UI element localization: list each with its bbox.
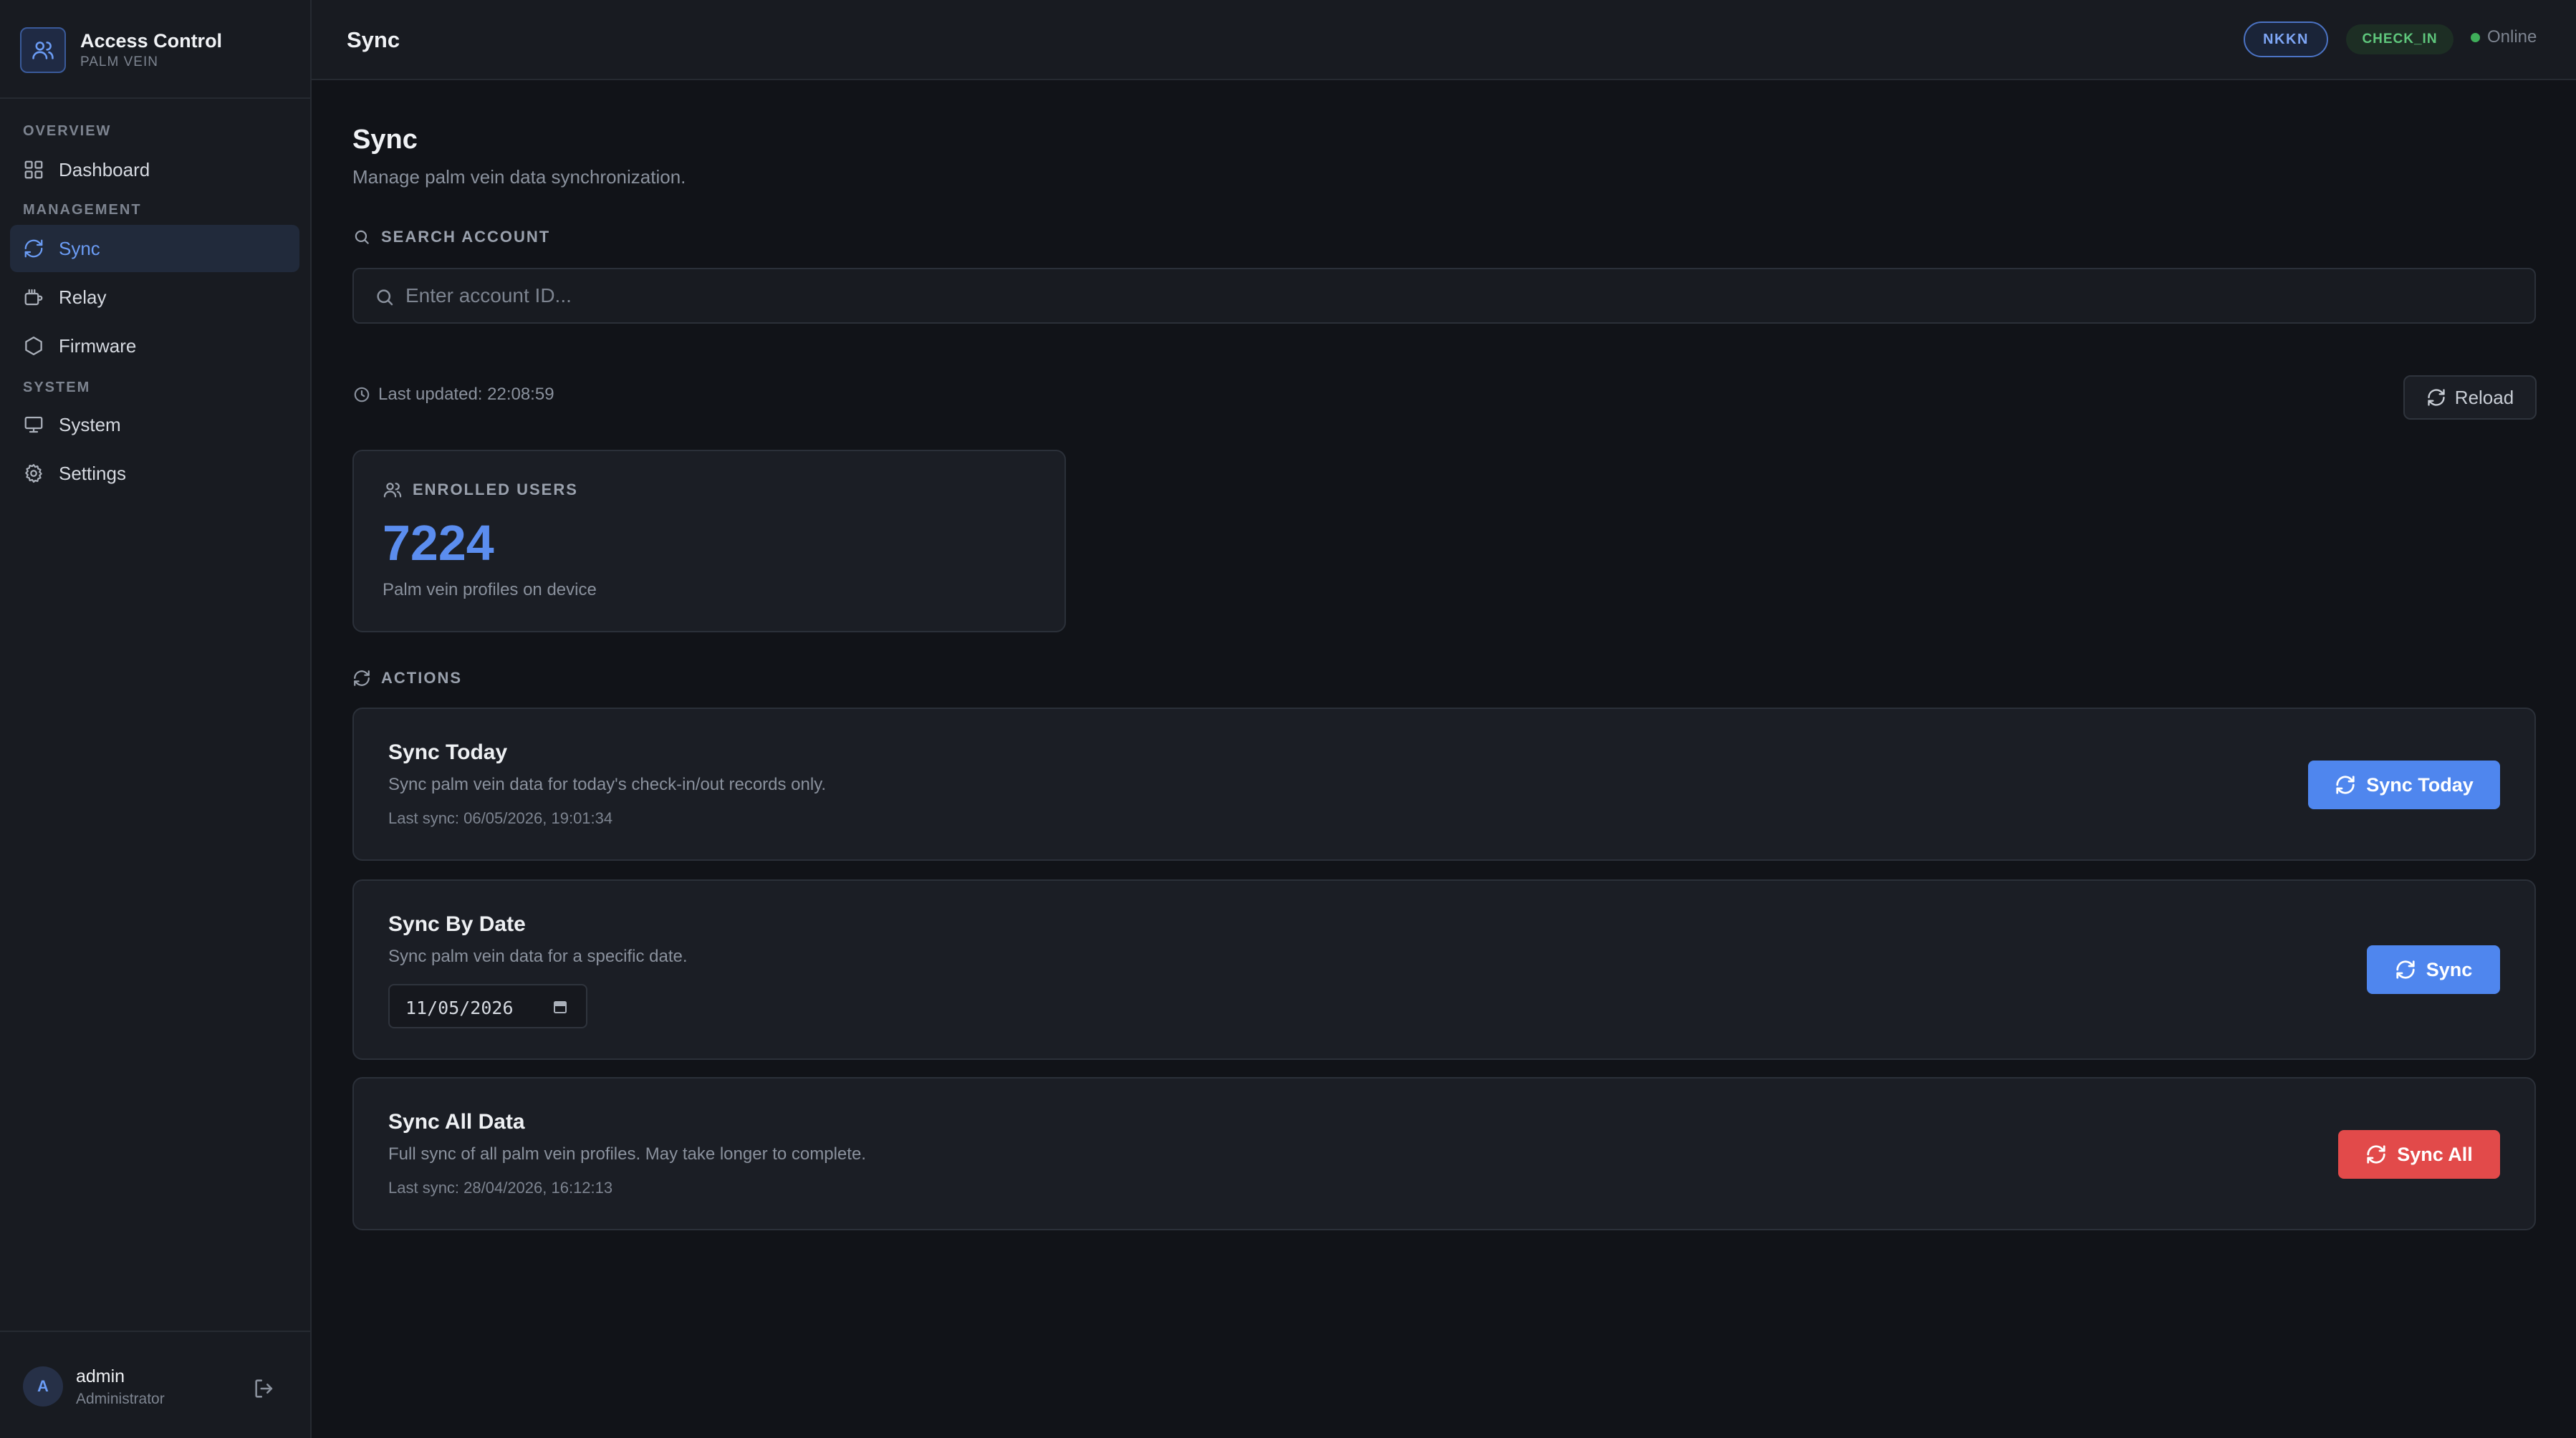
sidebar-item-label: Relay <box>59 286 107 308</box>
sync-by-date-card: Sync By Date Sync palm vein data for a s… <box>352 879 2536 1060</box>
mode-badge: CHECK_IN <box>2346 24 2454 54</box>
status-text: Online <box>2487 27 2537 47</box>
sidebar-item-dashboard[interactable]: Dashboard <box>10 146 299 193</box>
hexagon-icon <box>23 335 44 357</box>
action-description: Full sync of all palm vein profiles. May… <box>388 1144 866 1164</box>
sync-all-card: Sync All Data Full sync of all palm vein… <box>352 1077 2536 1230</box>
brand-subtitle: PALM VEIN <box>80 54 158 69</box>
sidebar-item-label: Settings <box>59 462 126 484</box>
last-sync-time: Last sync: 28/04/2026, 16:12:13 <box>388 1179 613 1197</box>
user-profile: A admin Administrator <box>0 1331 310 1438</box>
page-subtitle: Manage palm vein data synchronization. <box>352 166 686 188</box>
sync-by-date-button[interactable]: Sync <box>2367 945 2500 994</box>
sync-all-button[interactable]: Sync All <box>2338 1130 2500 1179</box>
sync-today-button[interactable]: Sync Today <box>2308 761 2500 809</box>
sidebar-item-settings[interactable]: Settings <box>10 450 299 497</box>
sidebar-item-label: Dashboard <box>59 158 150 180</box>
action-description: Sync palm vein data for today's check-in… <box>388 775 827 794</box>
clock-icon <box>352 385 371 404</box>
sync-date-input[interactable]: 11/05/2026 <box>388 984 587 1028</box>
actions-section-label: ACTIONS <box>352 669 462 687</box>
grid-icon <box>23 159 44 180</box>
last-sync-time: Last sync: 06/05/2026, 19:01:34 <box>388 809 613 827</box>
search-icon <box>352 228 371 246</box>
search-icon <box>374 286 395 308</box>
sidebar-item-label: Sync <box>59 237 100 259</box>
users-icon <box>383 480 403 500</box>
refresh-icon <box>2426 387 2446 407</box>
sidebar-item-label: Firmware <box>59 334 137 357</box>
stat-label: ENROLLED USERS <box>383 480 578 500</box>
sidebar-item-sync[interactable]: Sync <box>10 225 299 272</box>
monitor-icon <box>23 414 44 435</box>
user-name: admin <box>76 1366 125 1386</box>
last-updated: Last updated: 22:08:59 <box>352 385 554 405</box>
logout-icon[interactable] <box>252 1376 277 1401</box>
nav-section-management: MANAGEMENT <box>23 202 142 218</box>
reload-button[interactable]: Reload <box>2403 375 2537 420</box>
date-value: 11/05/2026 <box>405 998 514 1018</box>
sidebar-item-firmware[interactable]: Firmware <box>10 322 299 370</box>
device-badge: NKKN <box>2244 21 2328 57</box>
action-title: Sync All Data <box>388 1110 525 1134</box>
enrolled-users-card: ENROLLED USERS 7224 Palm vein profiles o… <box>352 450 1066 632</box>
search-section-label: SEARCH ACCOUNT <box>352 228 550 246</box>
user-role: Administrator <box>76 1391 165 1407</box>
sidebar: Access Control PALM VEIN OVERVIEW Dashbo… <box>0 0 312 1438</box>
avatar: A <box>23 1366 63 1406</box>
action-title: Sync Today <box>388 740 508 764</box>
brand-header: Access Control PALM VEIN <box>0 0 310 99</box>
connection-status: Online <box>2471 27 2537 47</box>
gear-icon <box>23 463 44 484</box>
search-field[interactable] <box>352 268 2536 324</box>
action-title: Sync By Date <box>388 912 526 936</box>
enrolled-users-count: 7224 <box>383 515 494 571</box>
status-dot-icon <box>2471 32 2480 42</box>
main-content: Sync Manage palm vein data synchronizati… <box>312 80 2576 1438</box>
nav-section-system: SYSTEM <box>23 380 91 395</box>
stat-description: Palm vein profiles on device <box>383 580 597 599</box>
users-logo-icon <box>20 27 66 73</box>
sidebar-item-label: System <box>59 413 121 435</box>
brand-title: Access Control <box>80 30 223 52</box>
refresh-icon <box>352 669 371 687</box>
nav-section-overview: OVERVIEW <box>23 123 112 139</box>
action-description: Sync palm vein data for a specific date. <box>388 947 688 966</box>
calendar-icon[interactable] <box>552 998 569 1015</box>
sidebar-item-relay[interactable]: Relay <box>10 274 299 321</box>
refresh-icon <box>23 238 44 259</box>
top-bar: Sync NKKN CHECK_IN Online <box>312 0 2576 80</box>
topbar-title: Sync <box>347 27 400 52</box>
relay-icon <box>23 286 44 308</box>
sync-today-card: Sync Today Sync palm vein data for today… <box>352 708 2536 861</box>
last-updated-text: Last updated: 22:08:59 <box>378 385 554 404</box>
refresh-icon <box>2395 959 2416 980</box>
page-title: Sync <box>352 125 418 155</box>
refresh-icon <box>2335 774 2356 796</box>
sidebar-item-system[interactable]: System <box>10 401 299 448</box>
refresh-icon <box>2365 1144 2387 1165</box>
account-search-input[interactable] <box>405 269 2519 322</box>
